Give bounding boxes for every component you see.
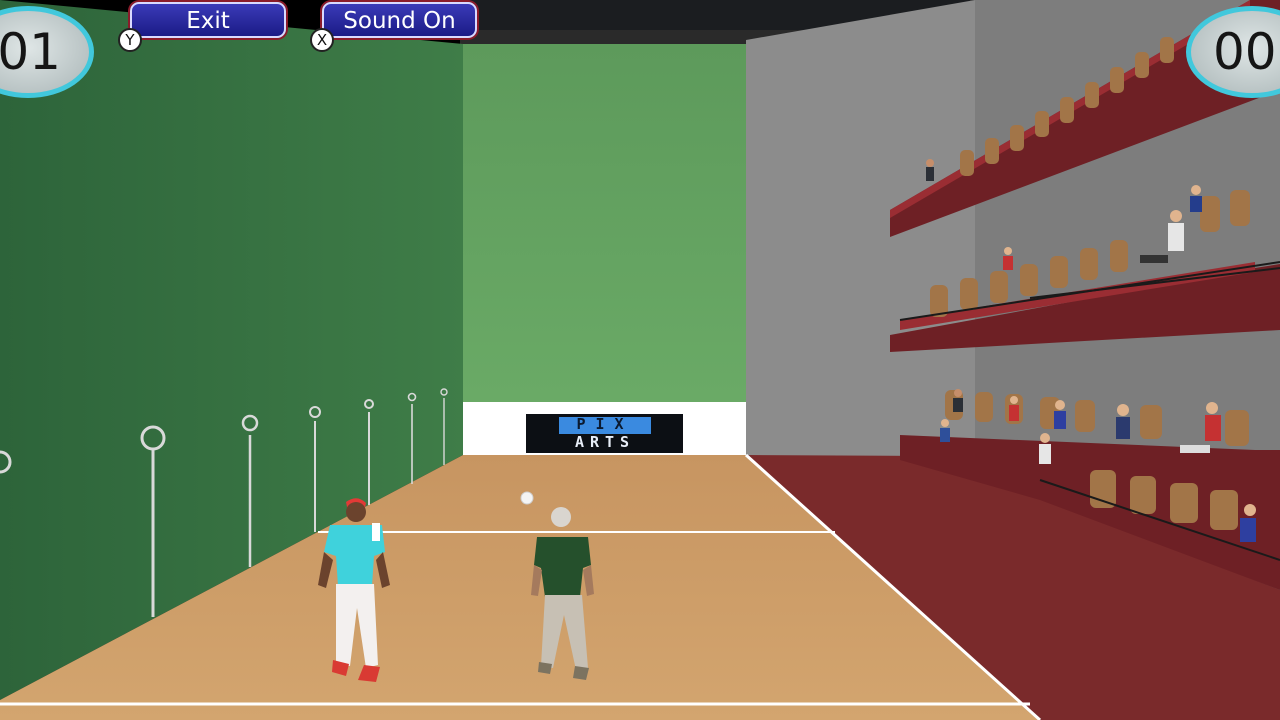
banner-text-pix: PIX — [576, 415, 634, 433]
court-scene — [0, 0, 1280, 720]
x-button-icon: X — [310, 28, 334, 52]
sound-toggle-button[interactable]: Sound On — [322, 2, 477, 38]
banner-text-arts: ARTS — [574, 433, 636, 451]
right-wall — [746, 0, 975, 470]
exit-button[interactable]: Exit — [130, 2, 286, 38]
ball — [520, 491, 534, 505]
y-button-icon: Y — [118, 28, 142, 52]
front-wall — [463, 44, 746, 402]
game-viewport: PIX ARTS 01 00 Exit Y Sound On X — [0, 0, 1280, 720]
